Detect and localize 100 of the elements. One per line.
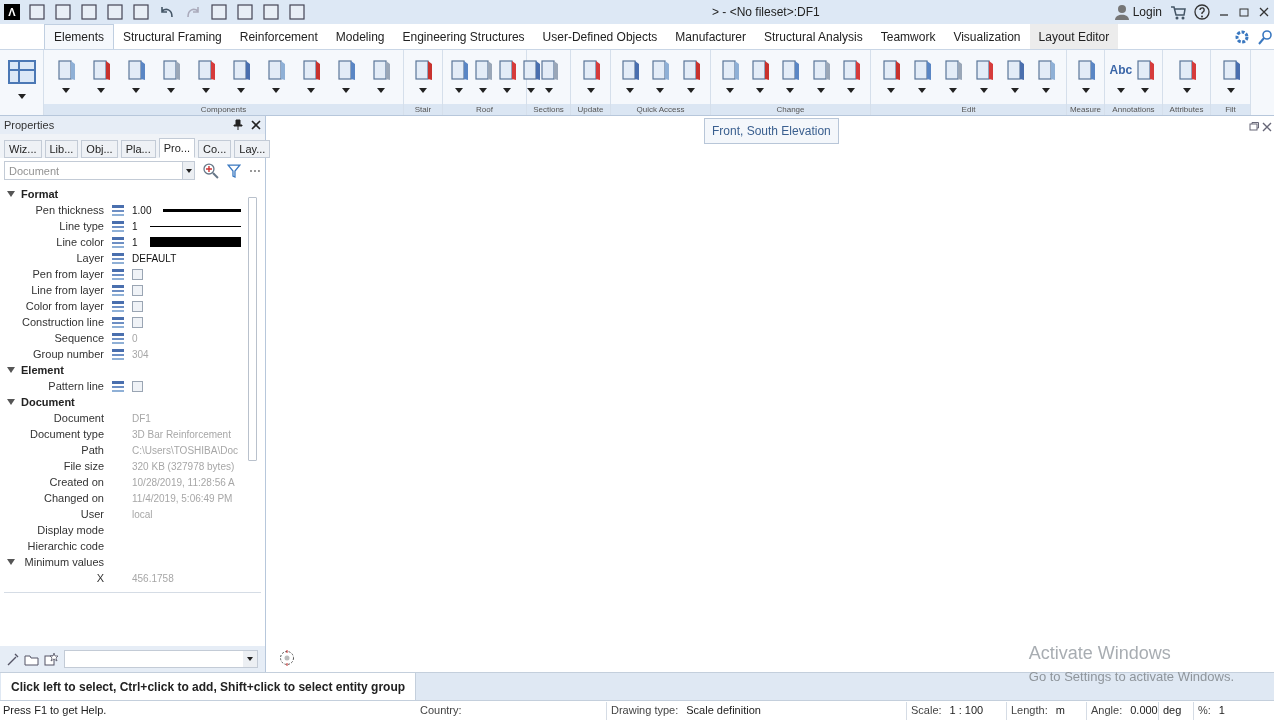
- caret-icon[interactable]: [342, 88, 351, 93]
- caret-icon[interactable]: [1042, 88, 1051, 93]
- caret-icon[interactable]: [586, 88, 595, 93]
- panel-tab[interactable]: Pro...: [158, 138, 196, 158]
- caret-icon[interactable]: [96, 88, 105, 93]
- text-style-icon[interactable]: Abc: [1109, 58, 1133, 82]
- panel-tab[interactable]: Wiz...: [4, 140, 42, 158]
- caret-icon[interactable]: [479, 88, 487, 93]
- ribbon-tab[interactable]: User-Defined Objects: [533, 24, 667, 49]
- caret-icon[interactable]: [166, 88, 175, 93]
- panel-tab[interactable]: Pla...: [120, 140, 156, 158]
- panel-tab[interactable]: Lib...: [44, 140, 79, 158]
- panel-tab[interactable]: Co...: [198, 140, 232, 158]
- toolbar-icon[interactable]: [106, 3, 124, 21]
- status-label: Drawing type:: [611, 703, 679, 719]
- filter-icon[interactable]: [227, 163, 242, 178]
- help-icon[interactable]: [1194, 4, 1210, 20]
- caret-icon[interactable]: [886, 88, 895, 93]
- toolbar-icon[interactable]: [236, 3, 254, 21]
- caret-icon[interactable]: [1182, 88, 1191, 93]
- ribbon-tab[interactable]: Elements: [44, 24, 115, 49]
- caret-icon[interactable]: [917, 88, 926, 93]
- caret-icon[interactable]: [656, 88, 665, 93]
- caret-icon[interactable]: [948, 88, 957, 93]
- view-label: Front, South Elevation: [704, 118, 839, 144]
- collapse-arrow-icon[interactable]: [7, 367, 15, 373]
- caret-icon[interactable]: [185, 168, 192, 173]
- caret-icon[interactable]: [419, 88, 427, 93]
- property-icon: [111, 315, 125, 329]
- ribbon-tab[interactable]: Engineering Structures: [393, 24, 534, 49]
- ribbon-tab[interactable]: Teamwork: [871, 24, 945, 49]
- caret-icon[interactable]: [307, 88, 316, 93]
- close-icon[interactable]: [1258, 6, 1270, 18]
- app-menu-button[interactable]: Λ: [4, 4, 20, 20]
- toolbar-icon[interactable]: [288, 3, 306, 21]
- toolbar-icon[interactable]: [28, 3, 46, 21]
- ribbon-tab[interactable]: Visualization: [944, 24, 1030, 49]
- status-label: Country:: [420, 703, 462, 719]
- caret-icon[interactable]: [1116, 88, 1125, 93]
- cart-icon[interactable]: [1170, 4, 1186, 20]
- ribbon-tab[interactable]: Manufacturer: [666, 24, 755, 49]
- scrollbar-thumb[interactable]: [248, 197, 257, 461]
- caret-icon[interactable]: [61, 88, 70, 93]
- caret-icon[interactable]: [786, 88, 795, 93]
- caret-icon[interactable]: [686, 88, 695, 93]
- caret-icon[interactable]: [816, 88, 825, 93]
- caret-icon[interactable]: [1226, 88, 1235, 93]
- caret-icon[interactable]: [272, 88, 281, 93]
- ribbon-tab[interactable]: Layout Editor: [1029, 24, 1119, 49]
- collapse-arrow-icon[interactable]: [7, 399, 15, 405]
- restore-icon[interactable]: [1238, 6, 1250, 18]
- ribbon-tab[interactable]: Structural Analysis: [755, 24, 872, 49]
- favorite-icon[interactable]: [44, 652, 58, 666]
- checkbox[interactable]: [132, 300, 143, 312]
- caret-icon[interactable]: [846, 88, 855, 93]
- toolbar-icon[interactable]: [132, 3, 150, 21]
- collapse-arrow-icon[interactable]: [7, 559, 15, 565]
- caret-icon[interactable]: [377, 88, 386, 93]
- filter-field[interactable]: Document: [4, 161, 184, 180]
- snap-icon[interactable]: [279, 650, 295, 666]
- caret-icon[interactable]: [247, 657, 253, 661]
- panel-tab[interactable]: Lay...: [234, 140, 271, 158]
- caret-icon[interactable]: [131, 88, 140, 93]
- ribbon-tab[interactable]: Structural Framing: [114, 24, 231, 49]
- checkbox[interactable]: [132, 268, 143, 280]
- close-icon[interactable]: [251, 120, 261, 130]
- caret-icon[interactable]: [503, 88, 511, 93]
- ribbon-tab[interactable]: Modeling: [326, 24, 394, 49]
- search-icon[interactable]: [1258, 29, 1274, 45]
- property-label: Pen from layer: [32, 266, 104, 282]
- caret-icon[interactable]: [1141, 88, 1150, 93]
- pipette-icon[interactable]: [6, 652, 20, 666]
- dropdown-button[interactable]: [183, 161, 196, 180]
- caret-icon[interactable]: [1081, 88, 1090, 93]
- toolbar-icon[interactable]: [262, 3, 280, 21]
- toolbar-icon[interactable]: [210, 3, 228, 21]
- caret-icon[interactable]: [237, 88, 245, 93]
- caret-icon[interactable]: [756, 88, 765, 93]
- caret-icon[interactable]: [527, 88, 535, 93]
- panel-tab[interactable]: Obj...: [81, 140, 118, 158]
- caret-icon[interactable]: [980, 88, 989, 93]
- ribbon-tab[interactable]: Reinforcement: [230, 24, 327, 49]
- settings-icon[interactable]: [1234, 29, 1250, 45]
- more-icon[interactable]: [249, 168, 261, 173]
- folder-icon[interactable]: [24, 652, 40, 666]
- checkbox[interactable]: [132, 284, 143, 296]
- caret-icon[interactable]: [201, 88, 210, 93]
- caret-icon[interactable]: [17, 94, 26, 99]
- caret-icon[interactable]: [1011, 88, 1020, 93]
- collapse-arrow-icon[interactable]: [7, 191, 15, 197]
- login-link[interactable]: Login: [1132, 3, 1162, 21]
- zoom-icon[interactable]: [203, 162, 220, 179]
- pin-icon[interactable]: [233, 119, 243, 131]
- toolbar-icon[interactable]: [54, 3, 72, 21]
- checkbox[interactable]: [132, 380, 143, 392]
- caret-icon[interactable]: [726, 88, 735, 93]
- restore-icon[interactable]: [1249, 122, 1259, 132]
- caret-icon[interactable]: [626, 88, 635, 93]
- caret-icon[interactable]: [455, 88, 463, 93]
- checkbox[interactable]: [132, 316, 143, 328]
